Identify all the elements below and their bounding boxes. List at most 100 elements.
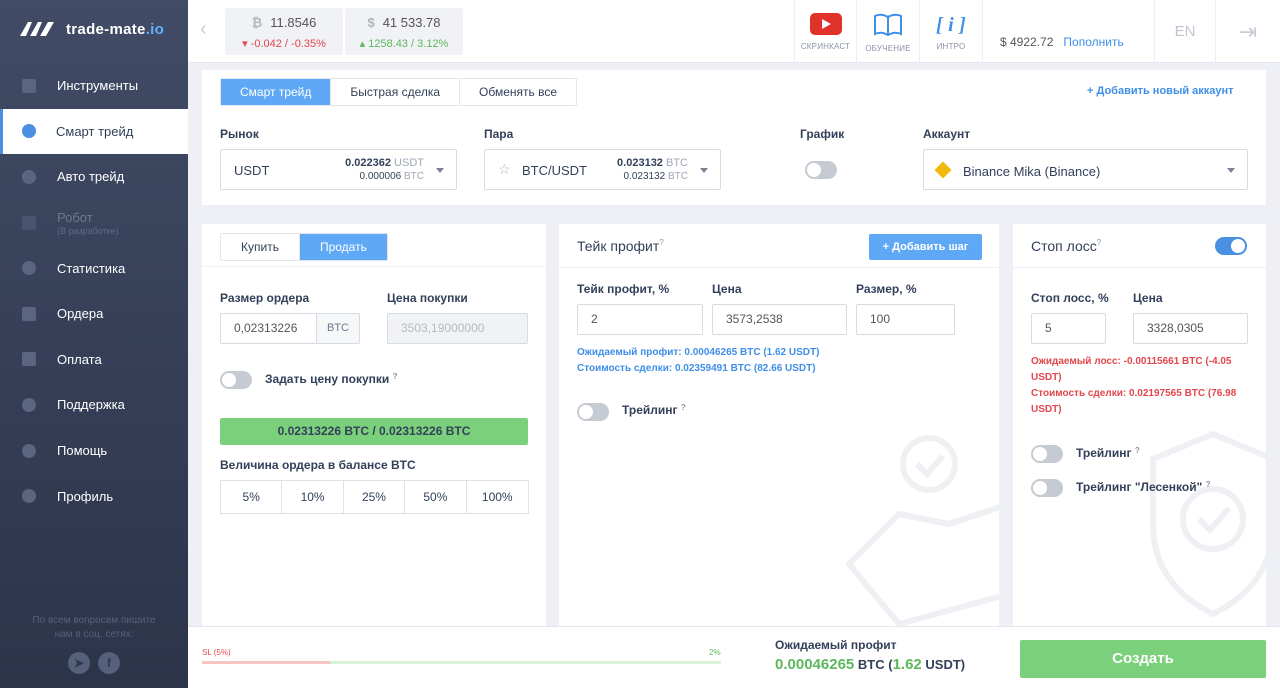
percent-10-button[interactable]: 10% <box>282 481 344 513</box>
balance-percent-label: Величина ордера в балансе BTC <box>220 458 416 472</box>
take-profit-title: Тейк профит? <box>577 238 664 254</box>
order-size-unit: BTC <box>316 313 360 344</box>
learning-button[interactable]: ОБУЧЕНИЕ <box>856 0 919 63</box>
tab-smart-trade[interactable]: Смарт трейд <box>221 79 332 105</box>
pie-chart-icon <box>22 261 36 276</box>
logo[interactable]: trade-mate.io <box>18 20 164 38</box>
sidebar-item-help[interactable]: Помощь <box>0 428 188 474</box>
signal-icon <box>22 169 36 184</box>
telegram-icon[interactable]: ➤ <box>68 652 90 674</box>
expected-profit-value: 0.00046265 BTC (1.62 USDT) <box>775 656 966 673</box>
question-icon: ? <box>659 238 664 247</box>
chart-label: График <box>800 127 845 141</box>
trade-tabs: Смарт трейд Быстрая сделка Обменять все <box>220 78 578 106</box>
sidebar: trade-mate.io Инструменты Смарт трейд Ав… <box>0 0 188 688</box>
user-icon <box>22 489 36 504</box>
percent-100-button[interactable]: 100% <box>467 481 528 513</box>
bitcoin-icon: ₿ <box>251 15 263 30</box>
tp-size-input[interactable]: 100 <box>856 304 955 335</box>
chevron-down-icon <box>1227 168 1235 173</box>
add-step-button[interactable]: + Добавить шаг <box>869 234 982 260</box>
sidebar-item-support[interactable]: Поддержка <box>0 382 188 428</box>
buy-price-label: Цена покупки <box>387 291 468 305</box>
robot-icon <box>22 215 36 230</box>
screencast-button[interactable]: СКРИНКАСТ <box>794 0 856 63</box>
market-label: Рынок <box>220 127 259 141</box>
chat-icon <box>22 397 36 412</box>
question-icon: ? <box>392 372 398 381</box>
info-bracket-icon: [ i ] <box>936 14 966 36</box>
tab-quick-deal[interactable]: Быстрая сделка <box>331 79 461 105</box>
sl-ladder-label: Трейлинг "Лесенкой" ? <box>1076 480 1211 494</box>
facebook-icon[interactable]: f <box>98 652 120 674</box>
sidebar-item-auto-trade[interactable]: Авто трейд <box>0 154 188 200</box>
sidebar-item-statistics[interactable]: Статистика <box>0 245 188 291</box>
ticker-btc: ₿ 11.8546 ▾ -0.042 / -0.35% <box>225 8 343 55</box>
percent-5-button[interactable]: 5% <box>221 481 283 513</box>
tp-price-input[interactable]: 3573,2538 <box>712 304 847 335</box>
tp-marker: 2% <box>709 648 721 657</box>
pair-select[interactable]: ☆ BTC/USDT 0.023132 BTC 0.023132 BTC <box>484 149 721 190</box>
chart-toggle[interactable] <box>805 161 837 179</box>
shield-check-watermark-icon <box>1150 430 1266 618</box>
tp-trailing-toggle[interactable] <box>577 403 609 421</box>
list-icon <box>22 306 36 321</box>
stop-loss-toggle[interactable] <box>1215 237 1247 255</box>
tp-expected-profit: Ожидаемый профит: 0.00046265 BTC (1.62 U… <box>577 347 820 374</box>
language-switch[interactable]: EN <box>1154 0 1215 63</box>
tab-buy[interactable]: Купить <box>221 234 300 260</box>
percent-25-button[interactable]: 25% <box>344 481 406 513</box>
topup-link[interactable]: Пополнить <box>1063 35 1123 49</box>
percent-buttons: 5% 10% 25% 50% 100% <box>220 480 529 514</box>
sidebar-footer: По всем вопросам пишите нам в соц. сетях… <box>32 615 156 640</box>
sl-price-label: Цена <box>1133 291 1163 305</box>
sl-price-input[interactable]: 3328,0305 <box>1133 313 1248 344</box>
sl-ladder-toggle[interactable] <box>1031 479 1063 497</box>
sidebar-item-payment[interactable]: Оплата <box>0 337 188 383</box>
chevron-left-icon[interactable]: ‹ <box>200 18 207 41</box>
plus-icon: + <box>882 241 893 253</box>
sl-percent-input[interactable]: 5 <box>1031 313 1106 344</box>
tp-percent-label: Тейк профит, % <box>577 282 670 296</box>
sidebar-item-orders[interactable]: Ордера <box>0 291 188 337</box>
sidebar-item-profile[interactable]: Профиль <box>0 473 188 519</box>
intro-button[interactable]: [ i ] ИНТРО <box>919 0 982 63</box>
credit-card-icon <box>22 352 36 367</box>
binance-icon <box>934 161 952 179</box>
set-price-toggle[interactable] <box>220 371 252 389</box>
question-icon: ? <box>1205 480 1211 489</box>
robot-label: Робот <box>57 209 93 225</box>
hand-check-watermark-icon <box>844 435 999 626</box>
tp-trailing-label: Трейлинг ? <box>622 403 686 417</box>
order-size-label: Размер ордера <box>220 291 310 305</box>
account-select[interactable]: Binance Mika (Binance) <box>923 149 1248 190</box>
percent-50-button[interactable]: 50% <box>405 481 467 513</box>
tp-percent-input[interactable]: 2 <box>577 304 703 335</box>
star-icon[interactable]: ☆ <box>498 161 511 178</box>
buy-price-input: 3503,19000000 <box>387 313 528 344</box>
tp-size-label: Размер, % <box>856 282 917 296</box>
info-icon <box>22 443 36 458</box>
robot-sub-label: (В разработке) <box>57 225 119 236</box>
youtube-icon <box>809 13 842 35</box>
question-icon: ? <box>680 403 686 412</box>
balance-area <box>982 0 1154 63</box>
balance: $ 4922.72 Пополнить <box>1000 35 1124 49</box>
set-price-label: Задать цену покупки ? <box>265 372 398 386</box>
logout-icon[interactable]: ⇥ <box>1215 0 1280 63</box>
add-account-link[interactable]: + Добавить новый аккаунт <box>1087 85 1234 97</box>
sidebar-nav: Инструменты Смарт трейд Авто трейд Робот… <box>0 63 188 519</box>
tab-sell[interactable]: Продать <box>299 234 387 260</box>
logo-text: trade-mate.io <box>66 20 165 38</box>
order-size-input[interactable]: 0,02313226 <box>220 313 317 344</box>
create-button[interactable]: Создать <box>1020 640 1266 678</box>
sl-trailing-toggle[interactable] <box>1031 445 1063 463</box>
sidebar-item-smart-trade[interactable]: Смарт трейд <box>0 108 188 155</box>
question-icon: ? <box>1134 446 1140 455</box>
tab-exchange-all[interactable]: Обменять все <box>460 79 576 105</box>
sidebar-item-instruments[interactable]: Инструменты <box>0 63 188 109</box>
order-summary-bar: 0.02313226 BTC / 0.02313226 BTC <box>220 418 528 445</box>
expected-profit-label: Ожидаемый профит <box>775 638 897 652</box>
market-select[interactable]: USDT 0.022362 USDT 0.000006 BTC <box>220 149 457 190</box>
sidebar-item-robot: Робот (В разработке) <box>0 200 188 246</box>
